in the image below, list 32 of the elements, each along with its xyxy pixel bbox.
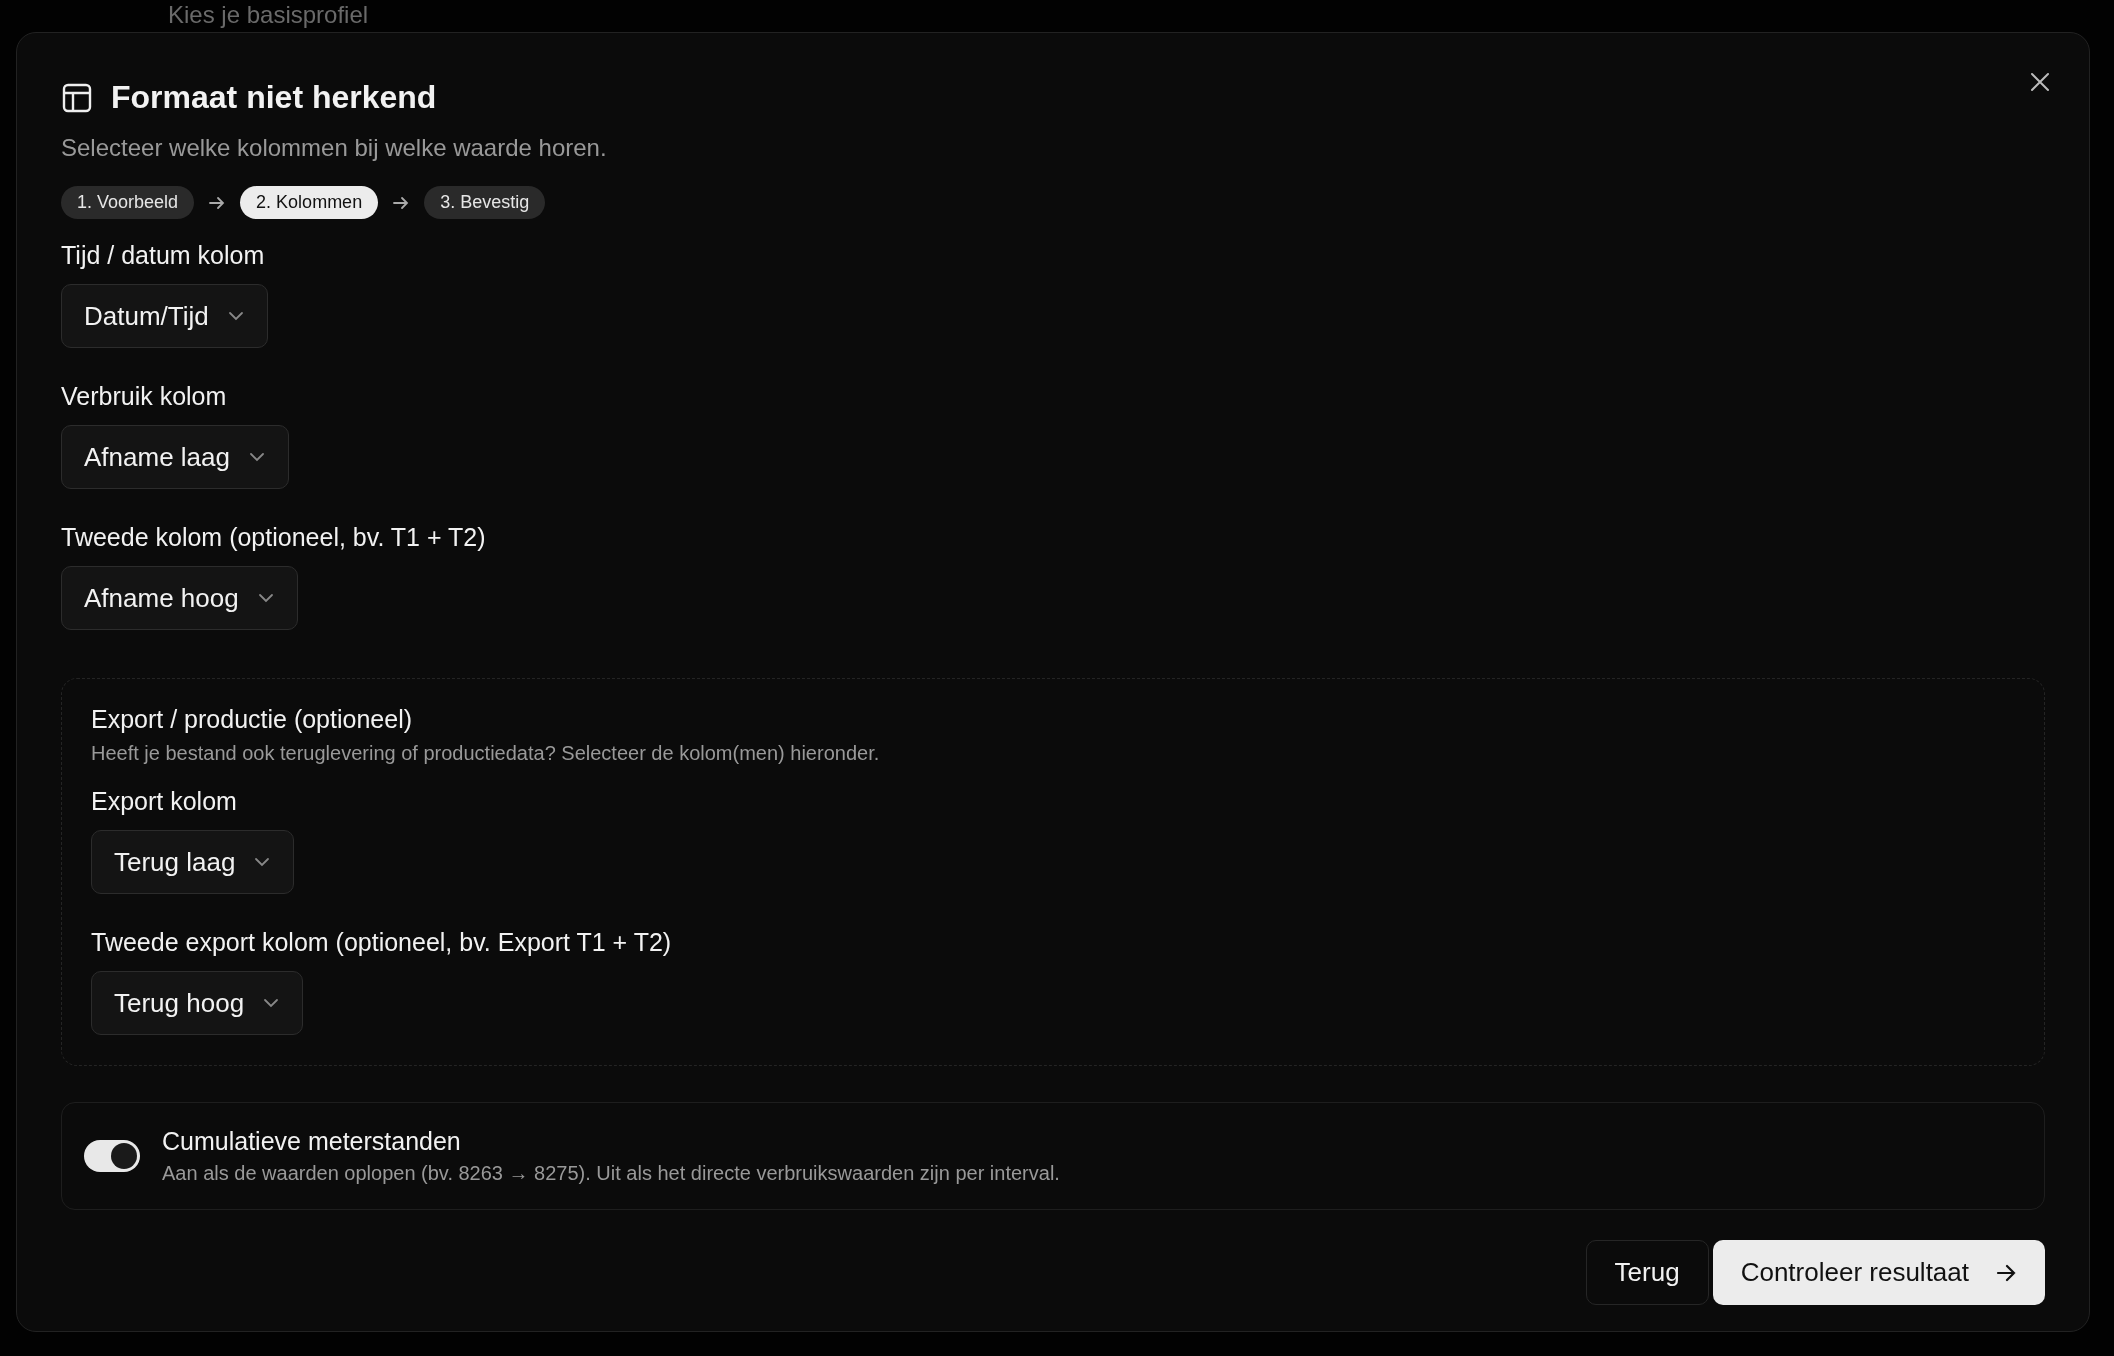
section-title: Export / productie (optioneel) [91,705,413,734]
field-label: Verbruik kolom [61,382,227,411]
section-description: Heeft je bestand ook teruglevering of productiedata? Selecteer de kolom(men) hieronder. [91,742,881,765]
chevron-down-icon [262,997,281,1009]
check-result-button[interactable]: Controleer resultaat [1712,1240,2045,1305]
chevron-down-icon [226,310,245,322]
select-dropdown[interactable]: Datum/Tijd [61,284,268,348]
field-label: Export kolom [91,787,237,816]
chevron-down-icon [253,856,272,868]
arrow-right-icon [1995,1262,2017,1283]
step-tab[interactable]: 2. Kolommen [240,186,379,219]
toggle-label: Cumulatieve meterstanden [162,1127,462,1156]
back-button[interactable]: Terug [1585,1240,1709,1305]
dialog-title: Formaat niet herkend [111,79,437,116]
select-dropdown[interactable]: Terug hoog [91,971,304,1035]
toggle-switch[interactable] [84,1140,140,1172]
step-tab[interactable]: 3. Bevestig [424,186,546,219]
select-dropdown[interactable]: Afname laag [61,425,289,489]
arrow-icon [392,194,411,211]
chevron-down-icon [248,451,266,463]
field-label: Tweede export kolom (optioneel, bv. Export T1 + T2) [91,928,672,957]
field-label: Tijd / datum kolom [61,241,265,270]
table-icon [61,81,93,114]
select-dropdown[interactable]: Terug laag [91,830,295,894]
toggle-description: Aan als de waarden oplopen (bv. 8263 → 8275). Uit als het directe verbruikswaarden zijn per interval. [162,1162,1060,1185]
chevron-down-icon [256,592,275,604]
step-tab[interactable]: 1. Voorbeeld [61,186,195,219]
arrow-icon [208,194,227,211]
dialog-subtitle: Selecteer welke kolommen bij welke waarde horen. [61,134,608,162]
field-label: Tweede kolom (optioneel, bv. T1 + T2) [61,523,486,552]
select-dropdown[interactable]: Afname hoog [61,566,298,630]
page-title: Kies je basisprofiel [168,1,369,29]
